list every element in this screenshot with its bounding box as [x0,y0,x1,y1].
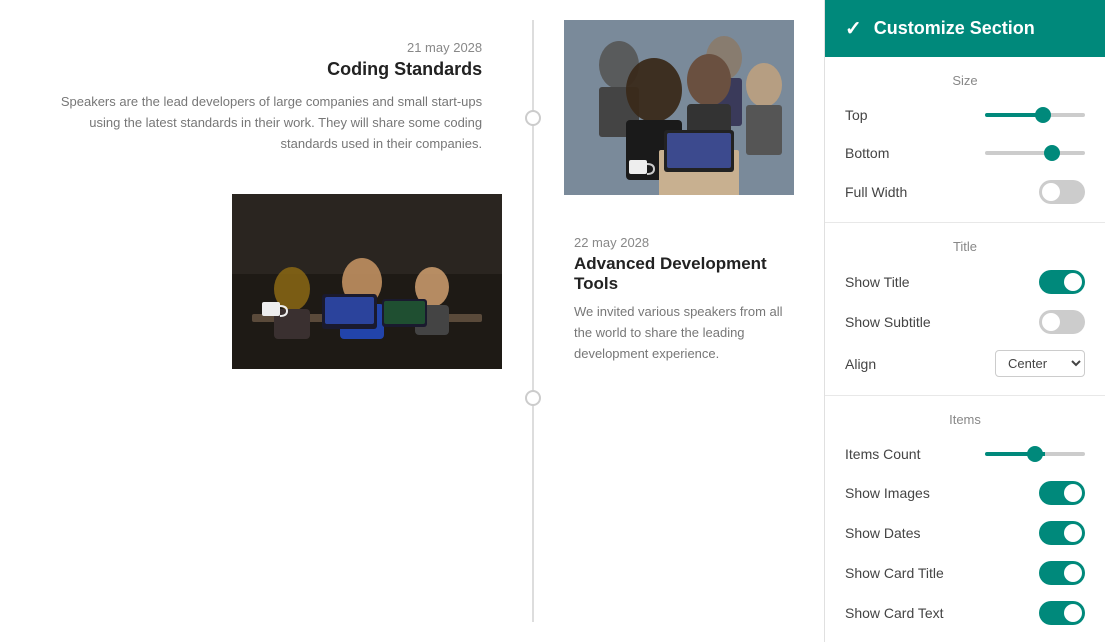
card-date: 22 may 2028 [574,235,794,250]
main-content: 21 may 2028 Coding Standards Speakers ar… [0,0,824,642]
title-section: Title Show Title Show Subtitle Align Lef… [825,223,1105,396]
list-item [30,194,502,369]
show-card-text-label: Show Card Text [845,605,944,621]
show-dates-toggle[interactable] [1039,521,1085,545]
toggle-slider [1039,561,1085,585]
full-width-label: Full Width [845,184,907,200]
top-slider[interactable] [985,113,1085,117]
show-subtitle-toggle[interactable] [1039,310,1085,334]
items-count-label: Items Count [845,446,920,462]
card-description: Speakers are the lead developers of larg… [30,92,482,154]
full-width-toggle[interactable] [1039,180,1085,204]
items-count-control-row: Items Count [825,435,1105,473]
full-width-control-row: Full Width [825,172,1105,212]
toggle-slider [1039,310,1085,334]
bottom-control-row: Bottom [825,134,1105,172]
show-images-label: Show Images [845,485,930,501]
show-card-title-label: Show Card Title [845,565,944,581]
toggle-slider [1039,601,1085,625]
size-section: Size Top Bottom Full Width [825,57,1105,223]
list-item [564,20,794,195]
sidebar-header: ✓ Customize Section [825,0,1105,57]
align-label: Align [845,356,876,372]
items-section: Items Items Count Show Images Show Dates… [825,396,1105,642]
card-title: Coding Standards [30,59,482,80]
show-title-control-row: Show Title [825,262,1105,302]
card-image [564,20,794,195]
timeline-container: 21 may 2028 Coding Standards Speakers ar… [30,20,794,622]
card-image [232,194,502,369]
align-dropdown[interactable]: Left Center Right [995,350,1085,377]
items-count-slider[interactable] [985,452,1085,456]
list-item: 22 may 2028 Advanced Development Tools W… [564,235,794,364]
bottom-slider[interactable] [985,151,1085,155]
show-subtitle-label: Show Subtitle [845,314,931,330]
toggle-slider [1039,270,1085,294]
show-dates-label: Show Dates [845,525,920,541]
list-item: 21 may 2028 Coding Standards Speakers ar… [30,40,502,154]
timeline-right: 22 may 2028 Advanced Development Tools W… [534,20,794,622]
show-card-title-control-row: Show Card Title [825,553,1105,593]
card-title: Advanced Development Tools [574,254,794,294]
show-subtitle-control-row: Show Subtitle [825,302,1105,342]
toggle-slider [1039,481,1085,505]
top-label: Top [845,107,868,123]
items-section-label: Items [825,406,1105,435]
show-images-control-row: Show Images [825,473,1105,513]
show-card-text-control-row: Show Card Text [825,593,1105,633]
show-images-toggle[interactable] [1039,481,1085,505]
show-card-text-toggle[interactable] [1039,601,1085,625]
timeline-divider [532,20,534,622]
show-title-toggle[interactable] [1039,270,1085,294]
checkmark-icon: ✓ [845,16,862,41]
bottom-label: Bottom [845,145,889,161]
title-section-label: Title [825,233,1105,262]
card-description: We invited various speakers from all the… [574,302,794,364]
toggle-slider [1039,521,1085,545]
top-control-row: Top [825,96,1105,134]
toggle-slider [1039,180,1085,204]
show-card-title-toggle[interactable] [1039,561,1085,585]
timeline-left: 21 may 2028 Coding Standards Speakers ar… [30,20,532,622]
card-date: 21 may 2028 [30,40,482,55]
show-dates-control-row: Show Dates [825,513,1105,553]
sidebar: ✓ Customize Section Size Top Bottom Full… [824,0,1105,642]
align-control-row: Align Left Center Right [825,342,1105,385]
show-title-label: Show Title [845,274,910,290]
sidebar-title: Customize Section [874,18,1035,39]
size-section-label: Size [825,67,1105,96]
